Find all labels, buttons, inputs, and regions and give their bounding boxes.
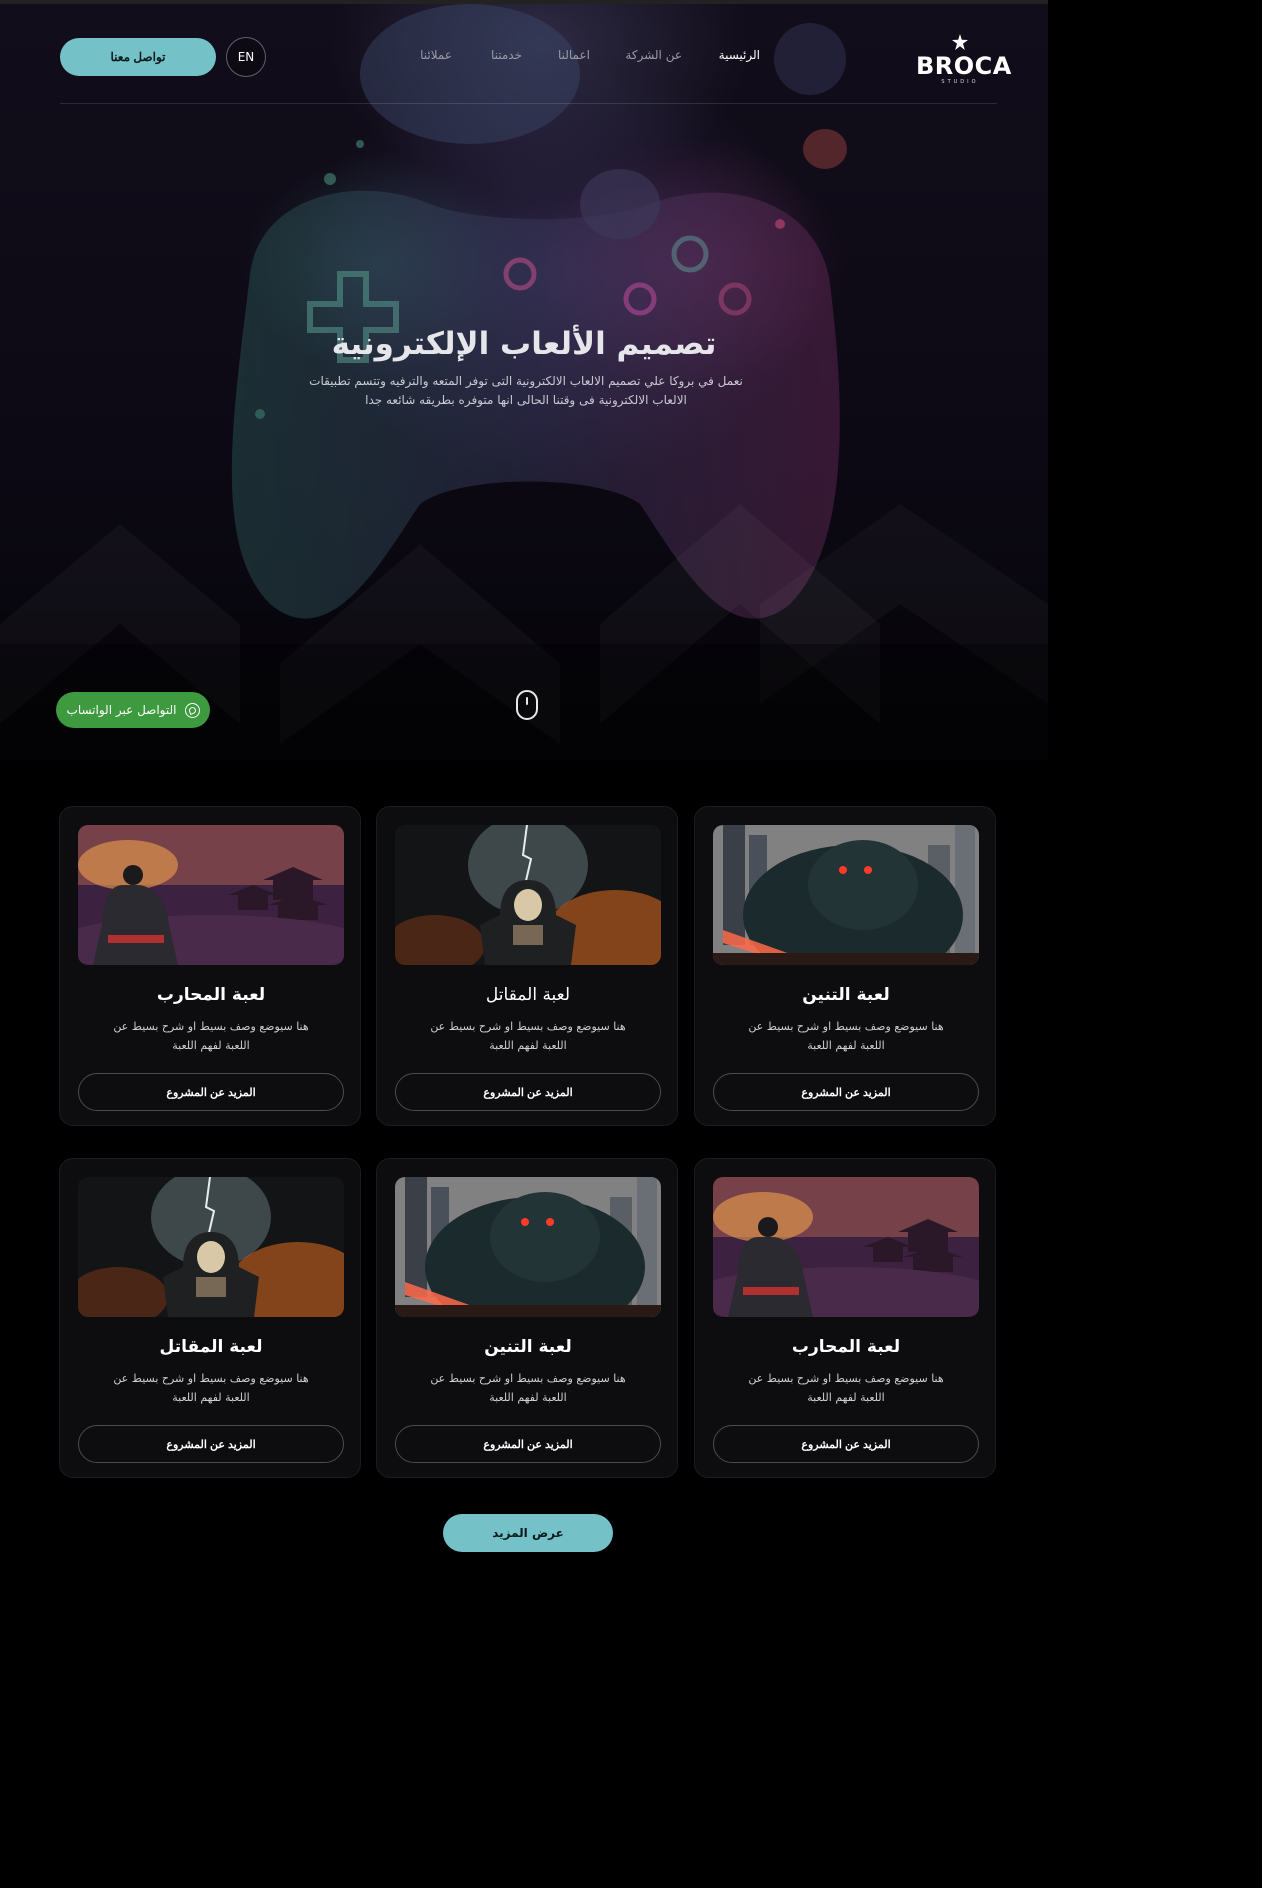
project-card: لعبة المحارب هنا سيوضع وصف بسيط او شرح ب… bbox=[694, 1158, 996, 1478]
project-details-button[interactable]: المزيد عن المشروع bbox=[713, 1073, 979, 1111]
whatsapp-label: التواصل عبر الواتساب bbox=[66, 703, 177, 717]
project-card-description: هنا سيوضع وصف بسيط او شرح بسيط عن اللعبة… bbox=[430, 1020, 626, 1052]
nav-link-clients[interactable]: عملائنا bbox=[420, 48, 452, 62]
project-card-image[interactable] bbox=[713, 825, 979, 965]
nav-link-works[interactable]: اعمالنا bbox=[558, 48, 590, 62]
project-card-image[interactable] bbox=[395, 1177, 661, 1317]
project-card: لعبة المقاتل هنا سيوضع وصف بسيط او شرح ب… bbox=[59, 1158, 361, 1478]
samurai-temple-illustration bbox=[78, 825, 344, 965]
project-card-description: هنا سيوضع وصف بسيط او شرح بسيط عن اللعبة… bbox=[113, 1372, 309, 1404]
project-card-description: هنا سيوضع وصف بسيط او شرح بسيط عن اللعبة… bbox=[113, 1020, 309, 1052]
nav-link-about[interactable]: عن الشركة bbox=[625, 48, 682, 62]
project-card-title: لعبة التنين bbox=[802, 985, 890, 1005]
project-card: لعبة المقاتل هنا سيوضع وصف بسيط او شرح ب… bbox=[376, 806, 678, 1126]
hero-description: نعمل في بروكا علي تصميم الالعاب الالكترو… bbox=[309, 374, 743, 407]
project-card: لعبة المحارب هنا سيوضع وصف بسيط او شرح ب… bbox=[59, 806, 361, 1126]
samurai-temple-illustration bbox=[713, 1177, 979, 1317]
hero-title: تصميم الألعاب الإلكترونية bbox=[331, 326, 717, 362]
language-toggle-button[interactable]: EN bbox=[226, 37, 266, 77]
main-navbar: تواصل معنا EN الرئيسية عن الشركة اعمالنا… bbox=[60, 34, 1011, 104]
project-card-title: لعبة المقاتل bbox=[159, 1337, 263, 1357]
nav-link-services[interactable]: خدمتنا bbox=[491, 48, 522, 62]
mouse-icon[interactable] bbox=[516, 690, 538, 720]
nav-links: الرئيسية عن الشركة اعمالنا خدمتنا عملائن… bbox=[330, 48, 760, 68]
beast-city-illustration bbox=[713, 825, 979, 965]
project-details-button[interactable]: المزيد عن المشروع bbox=[395, 1425, 661, 1463]
whatsapp-contact-button[interactable]: التواصل عبر الواتساب bbox=[56, 692, 210, 728]
contact-us-button[interactable]: تواصل معنا bbox=[60, 38, 216, 76]
logo-subtext: STUDIO bbox=[941, 79, 979, 85]
broca-logo[interactable]: BROCA STUDIO bbox=[916, 34, 1012, 86]
project-card-title: لعبة المحارب bbox=[156, 985, 266, 1005]
project-card-title: لعبة المقاتل bbox=[485, 985, 571, 1005]
project-card-image[interactable] bbox=[78, 1177, 344, 1317]
project-card-title: لعبة المحارب bbox=[791, 1337, 901, 1357]
star-logo-icon bbox=[952, 34, 968, 50]
project-card-description: هنا سيوضع وصف بسيط او شرح بسيط عن اللعبة… bbox=[748, 1372, 944, 1404]
project-details-button[interactable]: المزيد عن المشروع bbox=[78, 1073, 344, 1111]
project-card-title: لعبة التنين bbox=[484, 1337, 572, 1357]
whatsapp-icon bbox=[184, 702, 200, 718]
logo-text: BROCA bbox=[916, 52, 1012, 80]
nav-link-home[interactable]: الرئيسية bbox=[719, 48, 760, 62]
project-card-image[interactable] bbox=[78, 825, 344, 965]
project-details-button[interactable]: المزيد عن المشروع bbox=[395, 1073, 661, 1111]
project-card-image[interactable] bbox=[713, 1177, 979, 1317]
project-card-description: هنا سيوضع وصف بسيط او شرح بسيط عن اللعبة… bbox=[430, 1372, 626, 1404]
dark-warrior-illustration bbox=[395, 825, 661, 965]
project-details-button[interactable]: المزيد عن المشروع bbox=[78, 1425, 344, 1463]
dark-warrior-illustration bbox=[78, 1177, 344, 1317]
show-more-button[interactable]: عرض المزيد bbox=[443, 1514, 613, 1552]
hero-section: تواصل معنا EN الرئيسية عن الشركة اعمالنا… bbox=[0, 4, 1048, 760]
project-details-button[interactable]: المزيد عن المشروع bbox=[713, 1425, 979, 1463]
project-card: لعبة التنين هنا سيوضع وصف بسيط او شرح بس… bbox=[694, 806, 996, 1126]
project-card-image[interactable] bbox=[395, 825, 661, 965]
beast-city-illustration bbox=[395, 1177, 661, 1317]
project-card: لعبة التنين هنا سيوضع وصف بسيط او شرح بس… bbox=[376, 1158, 678, 1478]
project-card-description: هنا سيوضع وصف بسيط او شرح بسيط عن اللعبة… bbox=[748, 1020, 944, 1052]
